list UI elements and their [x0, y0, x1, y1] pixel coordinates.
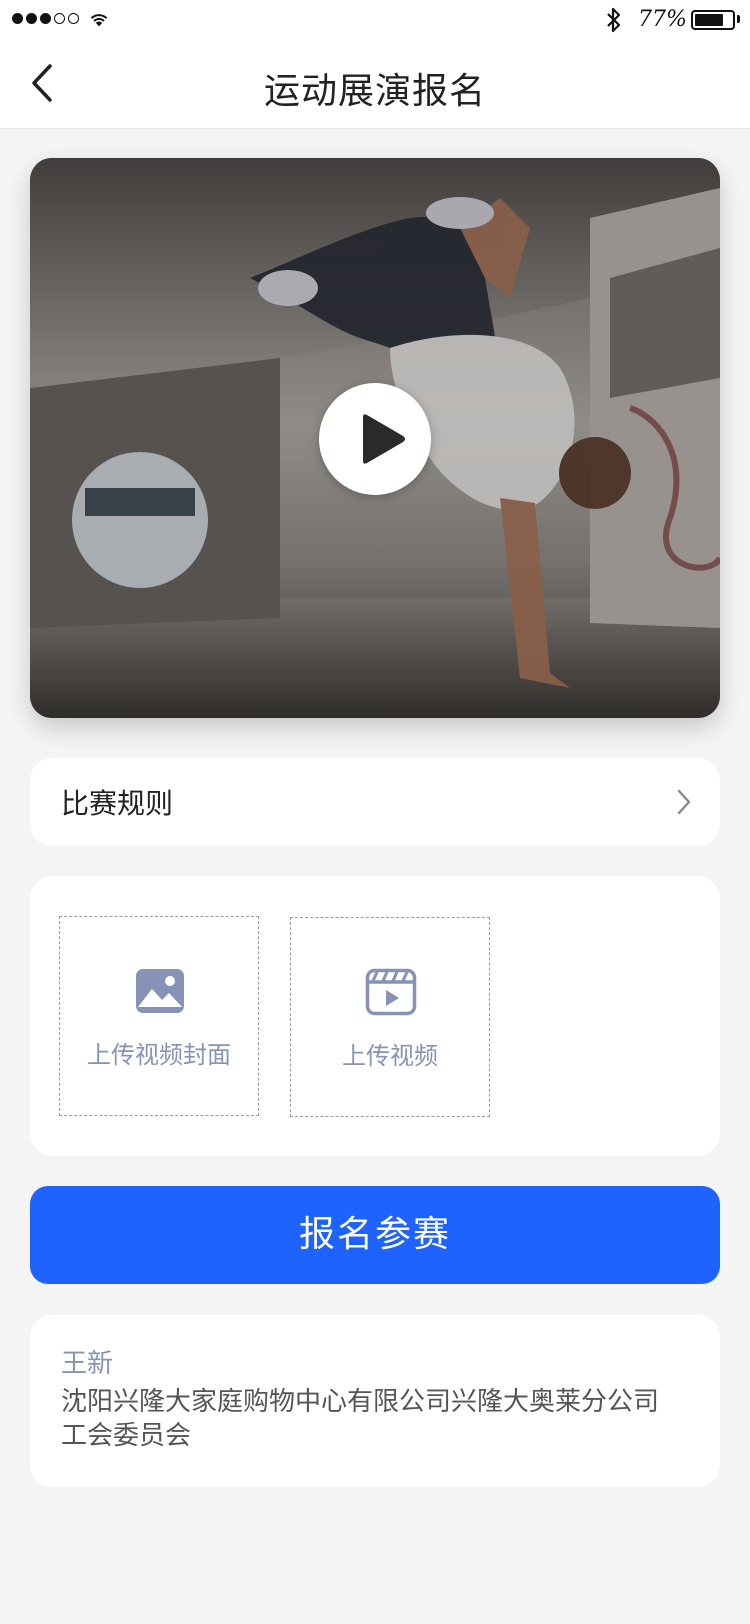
image-icon — [136, 969, 184, 1013]
video-clapper-icon — [365, 968, 417, 1016]
battery-percent: 77% — [638, 7, 687, 32]
page-title: 运动展演报名 — [263, 71, 486, 112]
competition-rules-row[interactable]: 比赛规则 — [30, 758, 720, 846]
video-player[interactable] — [30, 158, 720, 718]
upload-cover-label: 上传视频封面 — [87, 1041, 231, 1069]
chevron-right-icon — [677, 789, 691, 815]
register-button[interactable]: 报名参赛 — [30, 1186, 720, 1284]
registrant-name: 王新 — [61, 1349, 114, 1379]
play-icon — [363, 414, 405, 464]
upload-cover-button[interactable]: 上传视频封面 — [59, 916, 259, 1116]
battery-icon — [691, 10, 735, 30]
nav-bar: 运动展演报名 — [0, 40, 750, 129]
bluetooth-icon — [607, 7, 621, 33]
competition-rules-label: 比赛规则 — [61, 787, 174, 820]
upload-video-label: 上传视频 — [342, 1042, 438, 1070]
registrant-info-card: 王新 沈阳兴隆大家庭购物中心有限公司兴隆大奥莱分公司工会委员会 — [30, 1315, 720, 1487]
status-bar: 77% — [0, 0, 750, 40]
registrant-organization: 沈阳兴隆大家庭购物中心有限公司兴隆大奥莱分公司工会委员会 — [61, 1387, 660, 1451]
wifi-icon — [90, 14, 108, 27]
cellular-signal-icon — [12, 13, 79, 24]
upload-card: 上传视频封面 上传视频 — [30, 876, 720, 1156]
upload-video-button[interactable]: 上传视频 — [290, 917, 490, 1117]
battery-cap — [737, 15, 740, 23]
play-button[interactable] — [319, 383, 431, 495]
